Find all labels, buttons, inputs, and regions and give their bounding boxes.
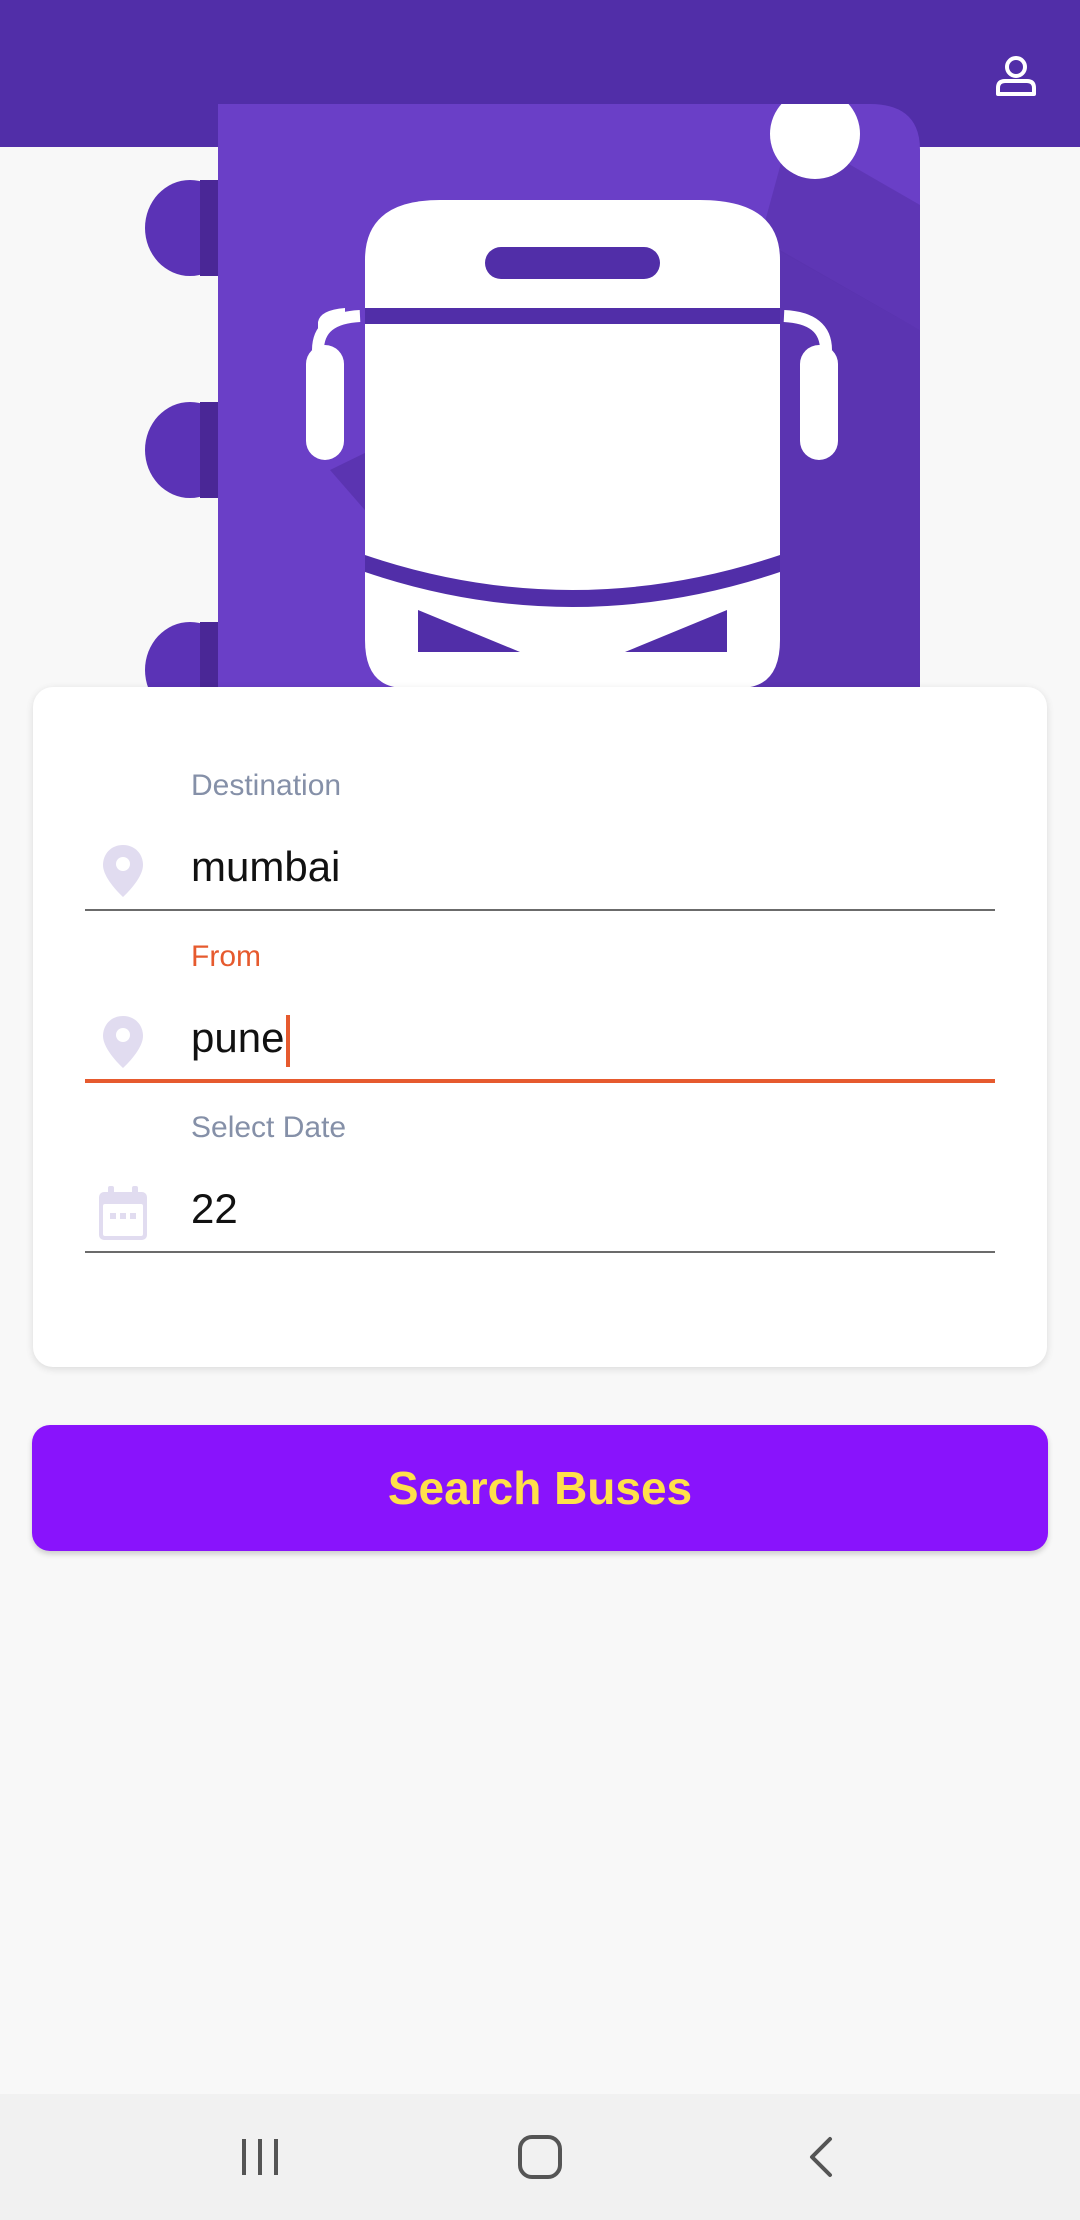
home-icon [518,2135,562,2179]
hero-illustration [0,89,1080,718]
date-field[interactable]: Select Date 22 [85,1111,995,1253]
date-input[interactable]: 22 [191,1181,238,1237]
search-buses-button[interactable]: Search Buses [32,1425,1048,1551]
map-pin-icon [93,841,153,901]
search-form-card: Destination mumbai From pune Select Date [33,687,1047,1367]
calendar-icon [93,1183,153,1243]
recents-button[interactable] [210,2112,310,2202]
system-nav-bar [0,2094,1080,2220]
recents-icon [242,2139,278,2175]
destination-input[interactable]: mumbai [191,839,340,895]
destination-field[interactable]: Destination mumbai [85,769,995,911]
destination-underline [85,909,995,911]
date-label: Select Date [191,1111,347,1144]
text-caret [286,1014,291,1067]
person-outline-icon [996,56,1036,96]
from-field[interactable]: From pune [85,940,995,1083]
profile-button[interactable] [980,40,1052,112]
destination-label: Destination [191,769,342,802]
back-icon [810,2137,832,2177]
bus-ticket-illustration [0,89,1080,718]
from-label: From [191,940,261,973]
from-underline [85,1079,995,1083]
back-button[interactable] [772,2112,872,2202]
from-input-text: pune [191,1014,285,1061]
map-pin-icon [93,1012,153,1072]
home-button[interactable] [490,2112,590,2202]
date-underline [85,1251,995,1253]
from-input[interactable]: pune [191,1010,291,1067]
